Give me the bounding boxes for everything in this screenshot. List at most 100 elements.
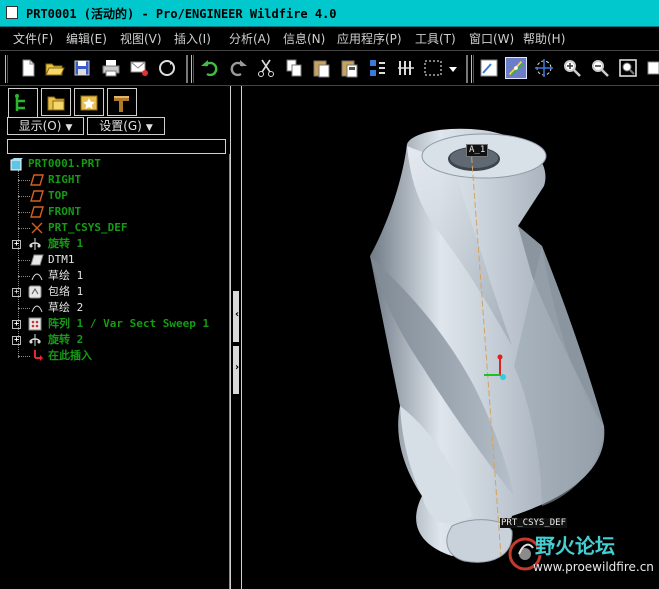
insert-here-arrow-icon [30,349,44,363]
expand-plus-icon[interactable]: + [12,288,21,297]
copy-icon[interactable] [283,57,305,79]
expand-plus-icon[interactable]: + [12,240,21,249]
window-title: PRT0001 (活动的) - Pro/ENGINEER Wildfire 4.… [26,7,337,21]
sketch-icon [30,269,44,283]
paste-icon[interactable] [311,57,333,79]
show-dropdown[interactable]: 显示(O) ▼ [7,117,84,135]
watermark-url: www.proewildfire.cn [533,560,654,574]
menu-insert[interactable]: 插入(I) [174,30,211,47]
edit-relations-icon[interactable] [395,57,417,79]
open-folder-icon[interactable] [43,57,65,79]
refit-icon[interactable] [617,57,639,79]
tree-guide-line [18,260,30,261]
menu-tools[interactable]: 工具(T) [415,30,456,47]
redo-icon[interactable] [227,57,249,79]
settings-dropdown[interactable]: 设置(G) ▼ [87,117,165,135]
title-bar: PRT0001 (活动的) - Pro/ENGINEER Wildfire 4.… [0,0,659,27]
expand-plus-icon[interactable]: + [12,320,21,329]
chevron-down-icon: ▼ [65,123,73,133]
menu-view[interactable]: 视图(V) [120,30,162,47]
favorites-tab-icon[interactable] [74,88,104,116]
expand-plus-icon[interactable]: + [12,336,21,345]
model-tree-tab-icon[interactable] [8,88,38,118]
sketch-icon [30,301,44,315]
toolbar-separator [186,55,188,83]
saved-views-icon[interactable] [645,57,659,79]
orient-mode-icon[interactable] [533,57,555,79]
select-box-icon[interactable] [422,57,444,79]
navigator-panel: 显示(O) ▼ 设置(G) ▼ PRT0001.PRT RIGHT TOP FR… [0,86,230,589]
toolbar-grip[interactable] [471,55,474,83]
undo-icon[interactable] [199,57,221,79]
datum-plane-icon [30,253,44,267]
spin-center-marker [500,374,506,380]
tree-guide-line [18,356,30,357]
menu-info[interactable]: 信息(N) [283,30,325,47]
coordinate-system-icon [30,221,44,235]
repaint-icon[interactable] [478,57,500,79]
menu-bar: 文件(F) 编辑(E) 视图(V) 插入(I) 分析(A) 信息(N) 应用程序… [0,27,659,49]
axis-label[interactable]: A_1 [466,144,489,157]
splitter-handle[interactable]: › [233,346,239,394]
print-icon[interactable] [100,57,122,79]
redraw-icon[interactable] [156,57,178,79]
toolbar-separator [466,55,468,83]
tree-guide-line [18,228,30,229]
tree-item-label: TOP [48,189,68,202]
toolbar-grip[interactable] [191,55,194,83]
tree-item-label: FRONT [48,205,82,218]
chevron-down-icon: ▼ [145,123,153,133]
menu-analysis[interactable]: 分析(A) [229,30,271,47]
tree-item-label: 包络 1 [48,285,84,298]
new-file-icon[interactable] [17,57,39,79]
menu-applications[interactable]: 应用程序(P) [337,30,402,47]
toolbar-grip[interactable] [5,55,8,83]
tree-item-label: PRT0001.PRT [28,157,101,170]
window-icon[interactable] [6,6,18,19]
tree-filter-input[interactable] [7,139,226,154]
save-icon[interactable] [71,57,93,79]
show-dropdown-label: 显示(O) [18,119,62,133]
send-mail-icon[interactable] [128,57,150,79]
spin-center-icon[interactable] [505,57,527,79]
tree-item-label: 草绘 1 [48,269,84,282]
regenerate-icon[interactable] [367,57,389,79]
tree-item-label: 旋转 2 [48,333,84,346]
tree-item-label: RIGHT [48,173,82,186]
tree-guide-line [18,276,30,277]
menu-file[interactable]: 文件(F) [13,30,53,47]
tree-guide-line [18,308,30,309]
tree-item-label: 旋转 1 [48,237,84,250]
datum-plane-icon [30,205,44,219]
tree-item-label: 草绘 2 [48,301,84,314]
watermark-brand: 野火论坛 [535,534,615,558]
folder-browser-tab-icon[interactable] [41,88,71,116]
settings-dropdown-label: 设置(G) [99,119,142,133]
connections-tab-icon[interactable] [107,88,137,116]
panel-splitter[interactable]: ‹ › [230,86,242,589]
chevron-right-icon[interactable]: › [235,362,239,373]
menu-edit[interactable]: 编辑(E) [66,30,107,47]
watermark: 野火论坛 www.proewildfire.cn [505,522,655,584]
model-drill-bit[interactable] [242,86,659,589]
cut-icon[interactable] [255,57,277,79]
paste-special-icon[interactable] [339,57,361,79]
tree-item-label: 在此插入 [48,349,92,362]
part-icon [10,157,24,171]
tree-guide-line [18,212,30,213]
pattern-icon [28,317,42,331]
tree-guide-line [18,170,19,358]
graphics-window[interactable]: A_1 PRT_CSYS_DEF [242,86,659,589]
datum-plane-icon [30,173,44,187]
menu-window[interactable]: 窗口(W) [469,30,514,47]
chevron-left-icon[interactable]: ‹ [235,309,239,320]
zoom-in-icon[interactable] [561,57,583,79]
model-tree: PRT0001.PRT RIGHT TOP FRONT PRT_CSYS_DEF… [0,154,230,589]
zoom-out-icon[interactable] [589,57,611,79]
menu-help[interactable]: 帮助(H) [523,30,565,47]
tree-item-label: 阵列 1 / Var Sect Sweep 1 [48,317,210,330]
tree-item-label: PRT_CSYS_DEF [48,221,128,234]
toolbar [0,50,659,86]
select-dropdown-icon[interactable] [447,57,459,79]
datum-plane-icon [30,189,44,203]
